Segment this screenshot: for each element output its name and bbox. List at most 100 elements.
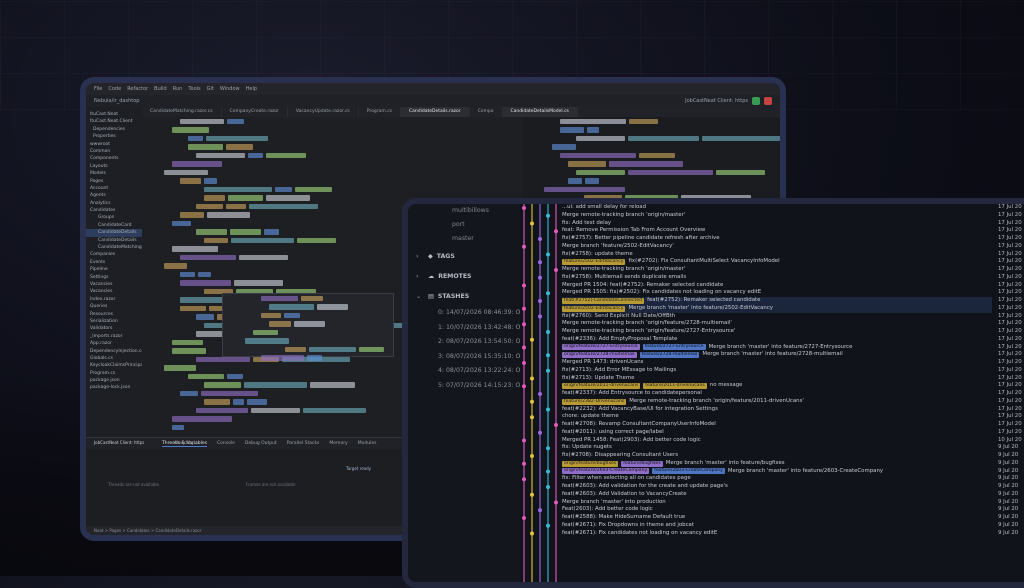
solution-item[interactable]: Layouts xyxy=(86,163,142,170)
solution-item[interactable]: ItuCast.Neat xyxy=(86,111,142,118)
solution-item[interactable]: Index.razor xyxy=(86,296,142,303)
commit-node[interactable] xyxy=(546,469,550,474)
commit-node[interactable] xyxy=(522,345,526,350)
commit-node[interactable] xyxy=(522,283,526,288)
commit-node[interactable] xyxy=(530,337,534,342)
commit-row[interactable]: fix(#2713): Add Error MEssage to Mailing… xyxy=(562,367,992,375)
stash-item[interactable]: 3: 08/07/2026 15:35:10: On xyxy=(408,350,520,365)
commit-row[interactable]: feat(#2603): Add Validation to VacancyCr… xyxy=(562,491,992,499)
commit-node[interactable] xyxy=(554,229,558,234)
commit-row[interactable]: fix(#2757): Better pipeline candidate re… xyxy=(562,235,992,243)
debug-tab[interactable]: Modules xyxy=(358,441,377,446)
branch-item[interactable]: master xyxy=(408,232,520,246)
commit-node[interactable] xyxy=(554,500,558,505)
run-config-selector[interactable]: JobCastNeat Client: https xyxy=(685,98,748,104)
commit-row[interactable]: Merged PR 1458: Feat(2903): Add better c… xyxy=(562,437,992,445)
solution-item[interactable]: CandidateMatching xyxy=(86,244,142,251)
commit-row[interactable]: origin/feature/bugfixes feature/bugfixes M… xyxy=(562,460,992,468)
editor-tab[interactable]: CandidateMatching.razor.cs xyxy=(142,107,222,117)
solution-item[interactable]: Validators xyxy=(86,325,142,332)
solution-item[interactable]: ItuCast.Neat.Client xyxy=(86,118,142,125)
debug-tab[interactable]: Debug Output xyxy=(245,441,277,446)
solution-item[interactable]: Queries xyxy=(86,303,142,310)
solution-item[interactable]: package.json xyxy=(86,377,142,384)
branch-tag[interactable]: feature/bugfixes xyxy=(621,460,663,467)
commit-row[interactable]: feat(#2671): Fix Dropdowns in theme and … xyxy=(562,522,992,530)
project-selector[interactable]: Nebula/ir_dashtop xyxy=(94,98,139,104)
solution-item[interactable]: Models xyxy=(86,170,142,177)
commit-row[interactable]: feat(#2708): Revamp ConsultantCompanyUse… xyxy=(562,421,992,429)
commit-node[interactable] xyxy=(530,454,534,458)
commit-node[interactable] xyxy=(522,438,526,443)
solution-item[interactable]: Vacancies xyxy=(86,288,142,295)
commit-node[interactable] xyxy=(546,446,550,451)
commit-row[interactable]: Merged PR 1505: fix(#2502): Fix candidat… xyxy=(562,289,992,297)
commit-row[interactable]: fix(#2708): Disappearing Consultant User… xyxy=(562,452,992,460)
solution-item[interactable]: Agents xyxy=(86,192,142,199)
commit-node[interactable] xyxy=(530,415,534,420)
commit-row[interactable]: feature/2502-EditVacancy Merge branch 'ma… xyxy=(562,304,992,313)
commit-row[interactable]: fix: Add test delay xyxy=(562,220,992,228)
commit-row[interactable]: feat(#2337): Add Entrysource to candidat… xyxy=(562,390,992,398)
editor-tab[interactable]: Program.cs xyxy=(359,107,402,117)
editor-tab[interactable]: VacancyUpdate.razor.cs xyxy=(288,107,359,117)
solution-item[interactable]: App.razor xyxy=(86,340,142,347)
solution-item[interactable]: package-lock.json xyxy=(86,384,142,391)
commit-node[interactable] xyxy=(554,268,558,272)
commit-node[interactable] xyxy=(522,516,526,520)
solution-item[interactable]: Vacancies xyxy=(86,281,142,288)
commit-node[interactable] xyxy=(522,461,526,466)
commit-row[interactable]: Merge remote-tracking branch 'origin/mas… xyxy=(562,212,992,220)
menu-item[interactable]: Run xyxy=(173,86,183,92)
solution-item[interactable]: Properties xyxy=(86,133,142,140)
commit-node[interactable] xyxy=(522,322,526,327)
solution-item[interactable]: KeycloakClaimsPrincipal.cs xyxy=(86,362,142,369)
solution-item[interactable]: Common xyxy=(86,148,142,155)
commit-node[interactable] xyxy=(546,523,550,528)
solution-item[interactable]: Groups xyxy=(86,214,142,221)
debug-tab[interactable]: Console xyxy=(217,441,235,446)
branch-tag[interactable]: feature/2011-drivenucans xyxy=(643,383,707,390)
section-remotes[interactable]: › ☁ REMOTES xyxy=(408,266,520,286)
stash-item[interactable]: 0: 14/07/2026 08:46:39: On xyxy=(408,306,520,321)
stash-item[interactable]: 4: 08/07/2026 13:22:24: On xyxy=(408,364,520,379)
branch-tag[interactable]: feature/2727-Entrysource xyxy=(642,344,706,351)
commit-row[interactable]: feat(#2232): Add VacancyBase/UI for inte… xyxy=(562,406,992,414)
commit-row[interactable]: Merge remote-tracking branch 'origin/fea… xyxy=(562,328,992,336)
solution-item[interactable]: DependencyInjection.cs xyxy=(86,348,142,355)
commit-row[interactable]: origin/feature/2727-Entrysource feature/2… xyxy=(562,344,992,352)
commit-row[interactable]: origin/feature/2728-multiemail feature/27… xyxy=(562,351,992,359)
solution-item[interactable]: Settings xyxy=(86,274,142,281)
editor-tab[interactable]: Compo xyxy=(470,107,503,117)
debug-session-title[interactable]: JobCastNeat Client: https xyxy=(94,440,144,445)
branch-item[interactable]: port xyxy=(408,218,520,232)
branch-item[interactable]: multibillows xyxy=(408,204,520,218)
commit-node[interactable] xyxy=(538,508,542,513)
solution-item[interactable]: Companies xyxy=(86,251,142,258)
commit-node[interactable] xyxy=(538,314,542,319)
solution-item[interactable]: Resources xyxy=(86,311,142,318)
commit-row[interactable]: fix: Filter when selecting all on candid… xyxy=(562,475,992,483)
commit-node[interactable] xyxy=(530,376,534,381)
menu-item[interactable]: Help xyxy=(246,86,257,92)
editor-tab[interactable]: CandidateDetails.razor xyxy=(401,107,470,117)
commit-row[interactable]: feature/2502-EditVacancy fix(#2702): Fix … xyxy=(562,258,992,266)
solution-item[interactable]: Analytics xyxy=(86,200,142,207)
commit-node[interactable] xyxy=(522,477,526,482)
commit-row[interactable]: ...ui: add small delay for reload xyxy=(562,204,992,212)
commit-node[interactable] xyxy=(554,423,558,427)
commit-row[interactable]: Merge branch 'feature/2502-EditVacancy' xyxy=(562,243,992,251)
commit-row[interactable]: fix(#2760): Send Explicit Null Date/OffB… xyxy=(562,313,992,321)
commit-node[interactable] xyxy=(546,353,550,358)
commit-row[interactable]: feat(#2671): Fix candidates not loading … xyxy=(562,530,992,538)
commit-row[interactable]: feat(#2588): Make HideSurname Default tr… xyxy=(562,514,992,522)
branch-tag[interactable]: feature/2728-multiemail xyxy=(639,352,700,359)
branch-tag[interactable]: feat(#2752)-CandidateConnected xyxy=(562,297,645,304)
solution-item[interactable]: Pages xyxy=(86,178,142,185)
commit-row[interactable]: fix(#2758): Multiemail sends duplicate e… xyxy=(562,274,992,282)
commit-row[interactable]: Merge remote-tracking branch 'origin/fea… xyxy=(562,320,992,328)
commit-node[interactable] xyxy=(530,492,534,497)
debug-tab[interactable]: Memory xyxy=(329,441,347,446)
commit-node[interactable] xyxy=(538,392,542,396)
commit-row[interactable]: Merge branch 'master' into production xyxy=(562,499,992,507)
